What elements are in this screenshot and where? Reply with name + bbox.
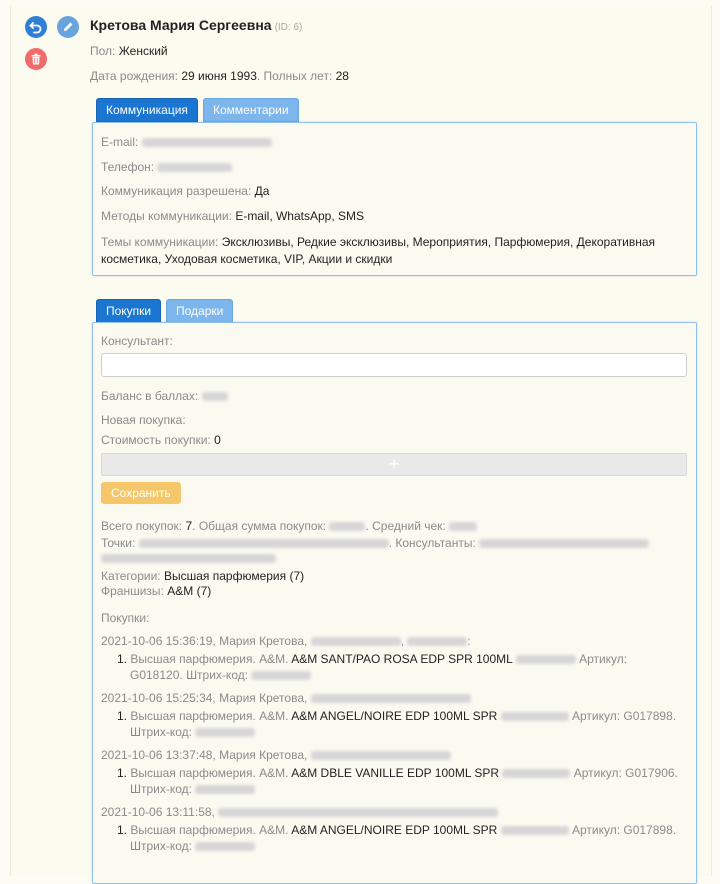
categories-row: Категории: Высшая парфюмерия (7) [101, 569, 305, 583]
tab-gifts[interactable]: Подарки [166, 299, 234, 323]
store-redacted [218, 808, 499, 818]
price-redacted [515, 655, 576, 665]
save-button[interactable]: Сохранить [101, 482, 181, 504]
consultant-label: Консультант: [101, 334, 173, 348]
back-button[interactable] [25, 16, 47, 38]
cost-row: Стоимость покупки: 0 [101, 433, 221, 447]
purchase-item: 1. Высшая парфюмерия. A&M. A&M ANGEL/NOI… [117, 823, 677, 853]
pencil-icon [64, 22, 73, 31]
points-redacted-2 [101, 554, 276, 564]
franchises-row: Франшизы: A&M (7) [101, 584, 212, 598]
consultant-redacted [407, 637, 468, 647]
client-name: Кретова Мария Сергеевна (ID: 6) [90, 17, 303, 33]
purchase-header: 2021-10-06 15:25:34, Мария Кретова, [101, 691, 471, 705]
phone-value-redacted [157, 163, 233, 173]
purchase-header: 2021-10-06 15:36:19, Мария Кретова, , : [101, 634, 471, 648]
purchase-item: 1. Высшая парфюмерия. A&M. A&M DBLE VANI… [117, 766, 678, 796]
edit-button[interactable] [57, 16, 79, 38]
new-purchase-label: Новая покупка: [101, 413, 186, 427]
summary-totals: Всего покупок: 7. Общая сумма покупок: .… [101, 519, 478, 533]
tab-comments[interactable]: Комментарии [203, 98, 299, 122]
price-redacted [500, 826, 569, 836]
balance-value-redacted [201, 392, 228, 402]
consultant-input[interactable] [101, 353, 687, 377]
dob-row: Дата рождения: 29 июня 1993. Полных лет:… [90, 69, 349, 83]
price-redacted [502, 769, 571, 779]
email-row: E-mail: [101, 135, 272, 149]
summary-points: Точки: . Консультанты: [101, 536, 650, 550]
undo-icon [29, 22, 42, 34]
price-redacted [500, 712, 569, 722]
add-item-button[interactable]: + [101, 453, 687, 476]
topics-row: Темы коммуникации: Эксклюзивы, Редкие эк… [101, 235, 655, 266]
plus-icon: + [388, 454, 400, 474]
store-redacted [310, 751, 451, 761]
gender-row: Пол: Женский [90, 44, 168, 58]
store-redacted [310, 694, 471, 704]
tab-communication[interactable]: Коммуникация [96, 98, 198, 122]
phone-row: Телефон: [101, 160, 233, 174]
tab-purchases[interactable]: Покупки [96, 299, 162, 323]
methods-row: Методы коммуникации: E-mail, WhatsApp, S… [101, 209, 365, 223]
purchase-item: 1. Высшая парфюмерия. A&M. A&M SANT/PAO … [117, 652, 628, 682]
sum-redacted [329, 522, 366, 532]
barcode-redacted [195, 785, 256, 795]
purchases-label: Покупки: [101, 611, 150, 625]
email-value-redacted [141, 138, 272, 148]
points-redacted [138, 539, 389, 549]
purchases-panel [92, 322, 697, 884]
consultants-redacted [479, 539, 650, 549]
purchase-header: 2021-10-06 13:11:58, [101, 805, 499, 819]
purchase-item: 1. Высшая парфюмерия. A&M. A&M ANGEL/NOI… [117, 709, 677, 739]
delete-button[interactable] [25, 48, 47, 70]
avg-redacted [449, 522, 478, 532]
barcode-redacted [251, 671, 312, 681]
balance-row: Баланс в баллах: [101, 389, 228, 403]
allowed-row: Коммуникация разрешена: Да [101, 184, 270, 198]
client-id: (ID: 6) [274, 22, 303, 33]
purchase-header: 2021-10-06 13:37:48, Мария Кретова, [101, 748, 451, 762]
barcode-redacted [195, 842, 256, 852]
barcode-redacted [195, 728, 256, 738]
trash-icon [31, 53, 41, 65]
store-redacted [310, 637, 401, 647]
summary-points-cont [101, 551, 276, 565]
